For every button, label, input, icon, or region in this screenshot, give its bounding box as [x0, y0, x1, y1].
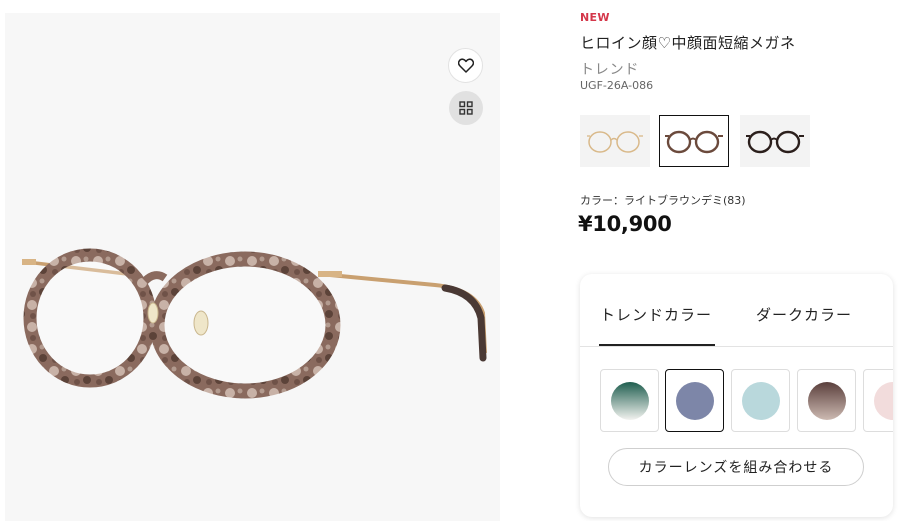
selected-color-label: カラー：ライトブラウンデミ(83)	[580, 194, 746, 207]
lens-color-disc	[741, 381, 780, 420]
frame-color-swatch-dark-brown[interactable]	[740, 115, 810, 167]
new-badge: NEW	[580, 11, 610, 24]
combine-color-lens-button[interactable]: カラーレンズを組み合わせる	[608, 448, 864, 486]
lens-color-disc	[873, 381, 893, 420]
product-image	[5, 13, 500, 521]
lens-swatch-brown-gradient[interactable]	[797, 369, 856, 432]
lens-color-disc	[675, 381, 714, 420]
frame-color-swatch-light-brown-demi[interactable]	[659, 115, 729, 167]
glasses-thumbnail-icon	[665, 130, 723, 154]
grid-icon	[459, 101, 473, 115]
favorite-button[interactable]	[448, 48, 483, 83]
product-title: ヒロイン顔♡中顔面短縮メガネ	[580, 34, 796, 52]
lens-swatch-light-pink[interactable]	[863, 369, 893, 432]
lens-swatch-green-gradient[interactable]	[600, 369, 659, 432]
tab-dark-color[interactable]: ダークカラー	[756, 304, 852, 325]
gallery-grid-button[interactable]	[449, 91, 483, 125]
frame-color-swatch-light-gold[interactable]	[580, 115, 650, 167]
glasses-thumbnail-icon	[746, 130, 804, 154]
tab-trend-color[interactable]: トレンドカラー	[600, 304, 712, 325]
lens-swatch-blue-gray[interactable]	[665, 369, 724, 432]
product-price: ¥10,900	[578, 212, 672, 236]
lens-color-disc	[610, 381, 649, 420]
lens-color-disc	[807, 381, 846, 420]
glasses-thumbnail-icon	[587, 131, 643, 153]
glasses-photo	[22, 248, 487, 399]
product-subtitle: トレンド	[580, 62, 640, 78]
lens-color-panel: トレンドカラー ダークカラー カラーレンズを組み合わせる	[580, 274, 893, 517]
tab-divider	[580, 346, 893, 347]
lens-swatch-light-blue[interactable]	[731, 369, 790, 432]
product-code: UGF-26A-086	[580, 79, 654, 92]
heart-icon	[457, 58, 474, 73]
